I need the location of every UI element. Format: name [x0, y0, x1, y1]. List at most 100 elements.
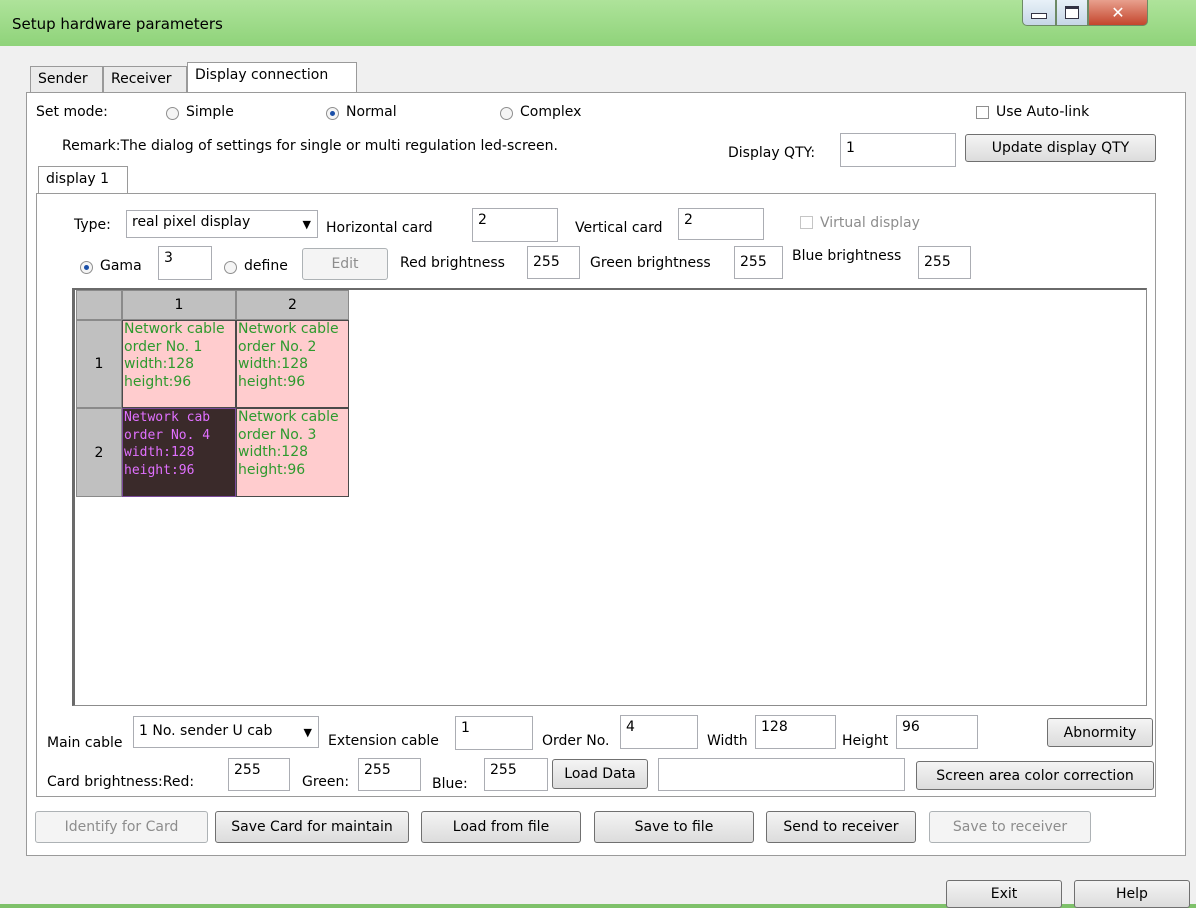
gama-radio-label: Gama — [100, 258, 142, 274]
blue-brightness-label: Blue brightness — [792, 248, 902, 264]
card-blue-label: Blue: — [432, 776, 468, 792]
simple-radio[interactable] — [166, 107, 179, 120]
tab-sender[interactable]: Sender — [30, 66, 103, 92]
save-to-receiver-button[interactable]: Save to receiver — [929, 811, 1091, 843]
tab-label: Sender — [38, 71, 88, 87]
virtual-display-checkbox[interactable] — [800, 216, 813, 229]
card-green-label: Green: — [302, 774, 350, 790]
card-brightness-red-label: Card brightness:Red: — [47, 774, 195, 790]
complex-radio-label: Complex — [520, 104, 582, 120]
order-no-label: Order No. — [542, 733, 610, 749]
cell-line: height:96 — [124, 462, 195, 478]
define-radio-label: define — [244, 258, 288, 274]
tab-receiver[interactable]: Receiver — [103, 66, 187, 92]
save-to-file-button[interactable]: Save to file — [594, 811, 754, 843]
use-auto-link-checkbox[interactable] — [976, 106, 989, 119]
gama-input[interactable]: 3 — [158, 246, 212, 280]
use-auto-link-label: Use Auto-link — [996, 104, 1090, 120]
tab-display-connection[interactable]: Display connection — [187, 62, 357, 92]
close-button[interactable]: ✕ — [1088, 0, 1148, 26]
screen-area-color-correction-button[interactable]: Screen area color correction — [916, 761, 1154, 790]
red-brightness-label: Red brightness — [400, 255, 505, 271]
tab-label: display 1 — [46, 171, 110, 187]
load-data-button[interactable]: Load Data — [552, 759, 648, 789]
display-qty-input[interactable]: 1 — [840, 133, 956, 167]
define-radio[interactable] — [224, 261, 237, 274]
complex-radio[interactable] — [500, 107, 513, 120]
main-cable-dropdown-value: 1 No. sender U cab — [139, 723, 273, 739]
display-qty-label: Display QTY: — [728, 145, 816, 161]
grid-col-header-2[interactable]: 2 — [236, 290, 349, 320]
card-green-input[interactable]: 255 — [358, 758, 421, 791]
minimize-button[interactable] — [1022, 0, 1056, 26]
width-label: Width — [707, 733, 748, 749]
send-to-receiver-button[interactable]: Send to receiver — [766, 811, 916, 843]
horizontal-card-label: Horizontal card — [326, 220, 433, 236]
blue-brightness-input[interactable]: 255 — [918, 246, 971, 279]
dialog-window: Setup hardware parameters ✕ Sender Recei… — [0, 0, 1196, 908]
chevron-down-icon: ▼ — [303, 726, 312, 739]
card-blue-input[interactable]: 255 — [484, 758, 548, 791]
save-card-for-maintain-button[interactable]: Save Card for maintain — [215, 811, 409, 843]
width-input[interactable]: 128 — [755, 715, 836, 749]
type-label: Type: — [74, 217, 111, 233]
normal-radio-label: Normal — [346, 104, 397, 120]
cell-line: height:96 — [238, 373, 306, 390]
cell-line: order No. 4 — [124, 427, 211, 443]
grid-row-header-2[interactable]: 2 — [76, 408, 122, 497]
chevron-down-icon: ▼ — [302, 218, 311, 231]
cell-line: order No. 1 — [124, 338, 203, 355]
cell-line: width:128 — [238, 444, 309, 460]
maximize-icon — [1065, 6, 1079, 19]
identify-for-card-button[interactable]: Identify for Card — [35, 811, 208, 843]
green-brightness-input[interactable]: 255 — [734, 246, 783, 279]
window-title: Setup hardware parameters — [12, 15, 223, 33]
red-brightness-input[interactable]: 255 — [527, 246, 580, 279]
tab-label: Receiver — [111, 71, 172, 87]
cell-line: height:96 — [238, 461, 306, 478]
update-display-qty-button[interactable]: Update display QTY — [965, 134, 1156, 162]
grid-col-header-1[interactable]: 1 — [122, 290, 236, 320]
virtual-display-label: Virtual display — [820, 215, 920, 231]
tab-display-1[interactable]: display 1 — [38, 166, 128, 194]
data-file-path-input[interactable] — [658, 758, 905, 791]
cell-line: Network cable — [238, 409, 339, 425]
vertical-card-label: Vertical card — [575, 220, 663, 236]
extension-cable-input[interactable]: 1 — [455, 716, 533, 750]
gama-radio[interactable] — [80, 261, 93, 274]
type-dropdown-value: real pixel display — [132, 214, 251, 230]
grid-corner-header — [76, 290, 122, 320]
grid-cell-r1-c2[interactable]: Network cable order No. 2 width:128 heig… — [236, 320, 349, 408]
cell-line: width:128 — [238, 356, 309, 372]
load-from-file-button[interactable]: Load from file — [421, 811, 581, 843]
grid-cell-r1-c1[interactable]: Network cable order No. 1 width:128 heig… — [122, 320, 236, 408]
height-input[interactable]: 96 — [896, 715, 978, 749]
remark-text: Remark:The dialog of settings for single… — [62, 138, 558, 154]
normal-radio[interactable] — [326, 107, 339, 120]
cell-line: Network cable — [238, 321, 339, 337]
card-red-input[interactable]: 255 — [228, 758, 290, 791]
minimize-icon — [1031, 12, 1047, 19]
cell-line: width:128 — [124, 356, 195, 372]
grid-cell-r2-c2[interactable]: Network cable order No. 3 width:128 heig… — [236, 408, 349, 497]
cell-line: Network cab — [124, 410, 211, 425]
edit-button[interactable]: Edit — [302, 248, 388, 280]
main-cable-dropdown[interactable]: 1 No. sender U cab ▼ — [133, 716, 319, 748]
main-cable-label: Main cable — [47, 735, 123, 751]
type-dropdown[interactable]: real pixel display ▼ — [126, 210, 318, 238]
grid-cell-r2-c1[interactable]: Network cab order No. 4 width:128 height… — [122, 408, 236, 497]
vertical-card-input[interactable]: 2 — [678, 208, 764, 240]
grid-row-header-1[interactable]: 1 — [76, 320, 122, 408]
cell-line: order No. 3 — [238, 426, 317, 443]
order-no-input[interactable]: 4 — [620, 715, 698, 749]
abnormity-button[interactable]: Abnormity — [1047, 718, 1153, 747]
cell-line: order No. 2 — [238, 338, 317, 355]
simple-radio-label: Simple — [186, 104, 234, 120]
tab-label: Display connection — [195, 67, 329, 83]
maximize-button[interactable] — [1056, 0, 1088, 26]
horizontal-card-input[interactable]: 2 — [472, 208, 558, 242]
cell-line: height:96 — [124, 373, 192, 390]
cell-line: width:128 — [124, 445, 195, 460]
close-icon: ✕ — [1111, 3, 1125, 22]
set-mode-label: Set mode: — [36, 104, 108, 120]
